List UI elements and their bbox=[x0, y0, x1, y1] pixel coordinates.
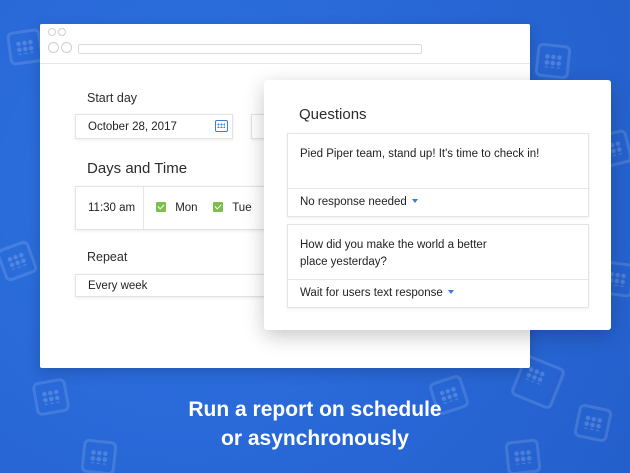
start-day-field[interactable]: October 28, 2017 bbox=[75, 114, 233, 139]
day-label: Mon bbox=[175, 202, 198, 214]
address-bar[interactable] bbox=[78, 44, 422, 54]
question-text[interactable]: How did you make the world a better plac… bbox=[288, 225, 528, 271]
caption-line-2: or asynchronously bbox=[221, 427, 409, 450]
day-label: Tue bbox=[232, 202, 252, 214]
checkbox-checked-icon bbox=[213, 202, 223, 212]
time-value[interactable]: 11:30 am bbox=[88, 202, 135, 214]
background-calendar-icon bbox=[0, 239, 39, 283]
calendar-icon[interactable] bbox=[215, 120, 228, 132]
days-and-time-title: Days and Time bbox=[87, 160, 188, 177]
repeat-select[interactable]: Every week bbox=[75, 274, 275, 297]
response-type-select[interactable]: No response needed bbox=[288, 188, 588, 216]
caption-line-1: Run a report on schedule bbox=[188, 398, 442, 421]
question-card[interactable]: How did you make the world a better plac… bbox=[287, 224, 589, 308]
checkbox-checked-icon bbox=[156, 202, 166, 212]
response-type-value: Wait for users text response bbox=[300, 287, 443, 299]
question-text[interactable]: Pied Piper team, stand up! It's time to … bbox=[288, 134, 588, 163]
repeat-label: Repeat bbox=[87, 250, 128, 264]
questions-title: Questions bbox=[299, 106, 367, 123]
background-calendar-icon bbox=[534, 42, 572, 80]
window-title-bar bbox=[40, 24, 530, 64]
response-type-select[interactable]: Wait for users text response bbox=[288, 279, 588, 307]
window-control-dot[interactable] bbox=[48, 28, 56, 36]
background-calendar-icon bbox=[5, 27, 45, 67]
days-time-row: 11:30 am Mon Tue bbox=[75, 186, 275, 230]
response-type-value: No response needed bbox=[300, 196, 407, 208]
start-day-value: October 28, 2017 bbox=[88, 121, 177, 133]
chevron-down-icon bbox=[411, 199, 418, 203]
day-checkbox-tue[interactable]: Tue bbox=[213, 202, 252, 214]
chevron-down-icon bbox=[447, 290, 454, 294]
window-control-dot[interactable] bbox=[58, 28, 66, 36]
back-nav-circle[interactable] bbox=[48, 42, 59, 53]
day-checkbox-mon[interactable]: Mon bbox=[156, 202, 198, 214]
forward-nav-circle[interactable] bbox=[61, 42, 72, 53]
divider bbox=[143, 187, 144, 229]
question-card[interactable]: Pied Piper team, stand up! It's time to … bbox=[287, 133, 589, 217]
repeat-value: Every week bbox=[88, 280, 148, 292]
start-day-label: Start day bbox=[87, 91, 138, 105]
questions-panel: Questions Pied Piper team, stand up! It'… bbox=[264, 80, 611, 330]
